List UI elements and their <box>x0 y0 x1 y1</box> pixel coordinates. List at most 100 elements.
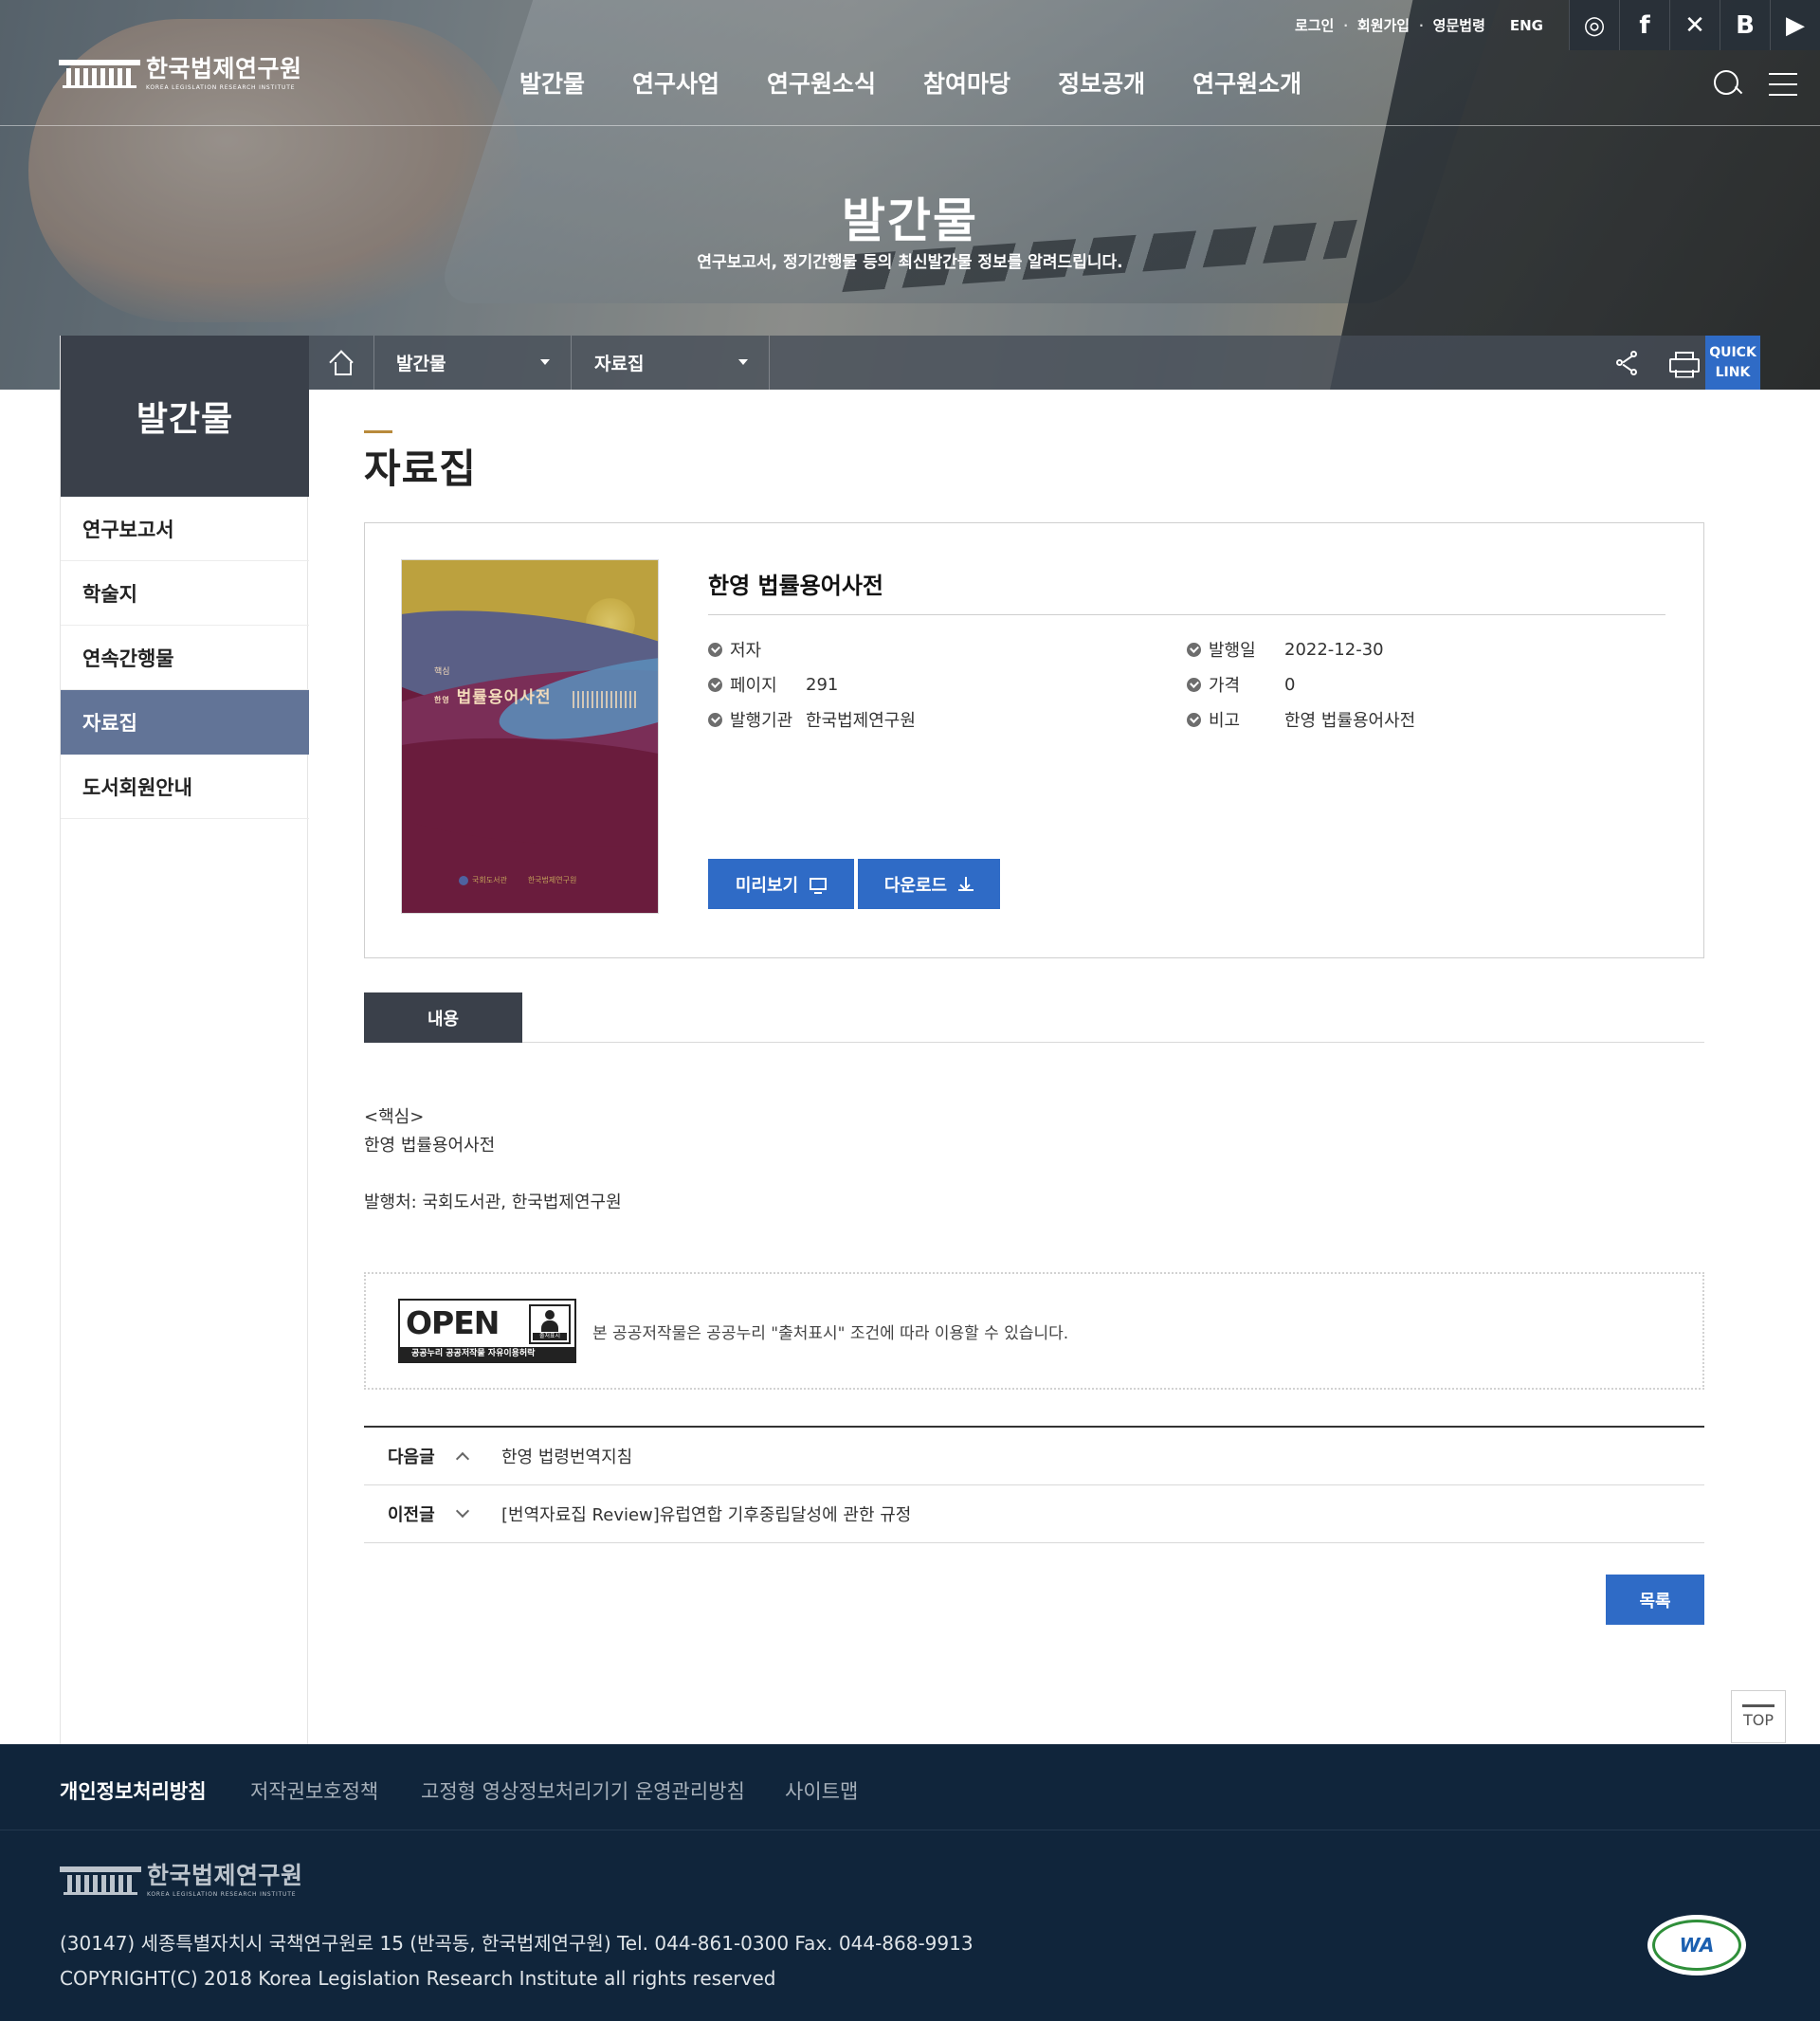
quick-link-button[interactable]: QUICK LINK <box>1705 336 1760 390</box>
caret-down-icon <box>738 359 748 365</box>
footer-logo-building-icon <box>60 1866 141 1895</box>
book-info-box: 핵심 한영 법률용어사전 국회도서관 한국법제연구원 한영 법률용어사전 저자 … <box>364 522 1704 958</box>
left-nav-item-materials[interactable]: 자료집 <box>61 690 309 755</box>
cover-main-title: 법률용어사전 <box>456 688 552 707</box>
prev-post-title[interactable]: [번역자료집 Review]유럽연합 기후중립달성에 관한 규정 <box>501 1502 911 1526</box>
breadcrumb-depth2-label: 자료집 <box>594 354 645 374</box>
cover-publisher-2: 한국법제연구원 <box>527 876 577 884</box>
hero-banner: 한국법제연구원 KOREA LEGISLATION RESEARCH INSTI… <box>0 0 1820 390</box>
blog-icon[interactable]: B <box>1720 0 1770 50</box>
preview-button[interactable]: 미리보기 <box>708 859 854 909</box>
check-circle-icon <box>708 642 722 657</box>
meta-price-key: 가격 <box>1209 676 1241 696</box>
instagram-icon[interactable]: ◎ <box>1569 0 1619 50</box>
left-nav-item-membership[interactable]: 도서회원안내 <box>61 755 309 819</box>
list-button[interactable]: 목록 <box>1606 1575 1704 1625</box>
gnb-item-news[interactable]: 연구원소식 <box>767 68 876 100</box>
open-license-badge: OPEN 출처표시 공공누리 공공저작물 자유이용허락 <box>398 1299 576 1363</box>
scroll-top-button[interactable]: TOP <box>1731 1690 1786 1743</box>
attribution-label: 출처표시 <box>533 1333 567 1340</box>
site-footer: 개인정보처리방침 저작권보호정책 고정형 영상정보처리기기 운영관리방침 사이트… <box>0 1744 1820 2021</box>
footer-logo-english: KOREA LEGISLATION RESEARCH INSTITUTE <box>147 1891 297 1898</box>
left-nav-item-reports[interactable]: 연구보고서 <box>61 497 309 561</box>
meta-publisher: 발행기관 한국법제연구원 <box>708 708 916 731</box>
top-line-icon <box>1742 1704 1774 1707</box>
tab-content[interactable]: 내용 <box>364 992 522 1043</box>
meta-note: 비고 한영 법률용어사전 <box>1187 708 1415 731</box>
footer-logo-korean: 한국법제연구원 <box>147 1862 303 1889</box>
gnb-item-about[interactable]: 연구원소개 <box>1192 68 1301 100</box>
eng-link[interactable]: ENG <box>1510 17 1543 34</box>
next-post-title[interactable]: 한영 법령번역지침 <box>501 1444 632 1468</box>
book-title: 한영 법률용어사전 <box>708 573 883 599</box>
logo-building-icon <box>59 60 140 88</box>
breadcrumb-depth1-label: 발간물 <box>396 354 446 374</box>
footer-links: 개인정보처리방침 저작권보호정책 고정형 영상정보처리기기 운영관리방침 사이트… <box>0 1744 1820 1830</box>
left-nav: 발간물 연구보고서 학술지 연속간행물 자료집 도서회원안내 <box>60 336 309 1744</box>
site-logo[interactable]: 한국법제연구원 KOREA LEGISLATION RESEARCH INSTI… <box>59 57 302 91</box>
breadcrumb-dropdown-depth1[interactable]: 발간물 <box>374 336 572 390</box>
youtube-icon[interactable]: ▶ <box>1770 0 1820 50</box>
signup-link[interactable]: 회원가입 <box>1357 15 1410 35</box>
title-accent-bar <box>364 430 392 433</box>
description-line-3 <box>364 1160 622 1189</box>
logo-korean: 한국법제연구원 <box>146 55 302 82</box>
gnb-item-disclosure[interactable]: 정보공개 <box>1058 68 1145 100</box>
util-separator: · <box>1343 18 1348 32</box>
header-icons <box>1714 70 1797 99</box>
book-title-divider <box>708 614 1665 615</box>
cover-publisher-1: 국회도서관 <box>459 875 507 885</box>
footer-logo: 한국법제연구원 KOREA LEGISLATION RESEARCH INSTI… <box>60 1864 303 1898</box>
login-link[interactable]: 로그인 <box>1295 15 1334 35</box>
cover-side-label: 한영 <box>434 695 450 704</box>
cover-publishers: 국회도서관 한국법제연구원 <box>459 875 576 885</box>
footer-address-block: (30147) 세종특별자치시 국책연구원로 15 (반곡동, 한국법제연구원)… <box>60 1926 974 1996</box>
quick-link-label-2: LINK <box>1715 364 1751 380</box>
next-post-label: 다음글 <box>388 1447 435 1467</box>
meta-pages-value: 291 <box>806 674 839 695</box>
share-icon[interactable] <box>1616 350 1637 375</box>
facebook-icon[interactable]: f <box>1619 0 1669 50</box>
social-links: ◎ f ✕ B ▶ <box>1569 0 1820 50</box>
meta-date-key: 발행일 <box>1209 641 1256 661</box>
print-icon[interactable] <box>1669 352 1700 374</box>
prev-post-row[interactable]: 이전글 [번역자료집 Review]유럽연합 기후중립달성에 관한 규정 <box>364 1485 1704 1543</box>
footer-link-sitemap[interactable]: 사이트맵 <box>785 1776 858 1805</box>
scroll-top-label: TOP <box>1742 1711 1774 1729</box>
gnb-item-publications[interactable]: 발간물 <box>519 68 585 100</box>
gnb-item-participation[interactable]: 참여마당 <box>923 68 1010 100</box>
english-law-link[interactable]: 영문법령 <box>1433 15 1485 35</box>
next-post-row[interactable]: 다음글 한영 법령번역지침 <box>364 1428 1704 1485</box>
left-nav-title: 발간물 <box>61 336 309 497</box>
check-circle-icon <box>1187 712 1201 727</box>
check-circle-icon <box>708 677 722 692</box>
footer-link-cctv[interactable]: 고정형 영상정보처리기기 운영관리방침 <box>421 1776 745 1805</box>
left-nav-list: 연구보고서 학술지 연속간행물 자료집 도서회원안내 <box>61 497 309 819</box>
footer-copyright: COPYRIGHT(C) 2018 Korea Legislation Rese… <box>60 1967 776 1990</box>
check-circle-icon <box>1187 677 1201 692</box>
location-tools <box>1616 336 1705 390</box>
left-nav-item-journals[interactable]: 학술지 <box>61 561 309 626</box>
search-icon[interactable] <box>1714 70 1742 99</box>
description-line-2: 한영 법률용어사전 <box>364 1136 496 1156</box>
meta-date: 발행일 2022-12-30 <box>1187 638 1384 661</box>
logo-english: KOREA LEGISLATION RESEARCH INSTITUTE <box>146 84 296 91</box>
meta-publisher-key: 발행기관 <box>730 711 793 731</box>
description-text: <핵심> 한영 법률용어사전 발행처: 국회도서관, 한국법제연구원 <box>364 1103 622 1217</box>
footer-logo-text: 한국법제연구원 KOREA LEGISLATION RESEARCH INSTI… <box>147 1862 303 1899</box>
footer-link-privacy[interactable]: 개인정보처리방침 <box>60 1776 207 1805</box>
download-button[interactable]: 다운로드 <box>858 859 1000 909</box>
footer-link-copyright[interactable]: 저작권보호정책 <box>250 1776 378 1805</box>
home-button[interactable] <box>308 336 374 390</box>
cover-building-graphic <box>573 691 639 708</box>
hero-title: 발간물 <box>842 193 978 248</box>
left-nav-item-serials[interactable]: 연속간행물 <box>61 626 309 690</box>
chevron-down-icon <box>455 1503 470 1519</box>
cover-label: 핵심 <box>434 667 450 677</box>
breadcrumb-dropdown-depth2[interactable]: 자료집 <box>573 336 770 390</box>
check-circle-icon <box>708 712 722 727</box>
meta-price-value: 0 <box>1284 674 1296 695</box>
gnb-item-research[interactable]: 연구사업 <box>632 68 719 100</box>
x-icon[interactable]: ✕ <box>1669 0 1720 50</box>
hamburger-menu-icon[interactable] <box>1769 73 1797 96</box>
